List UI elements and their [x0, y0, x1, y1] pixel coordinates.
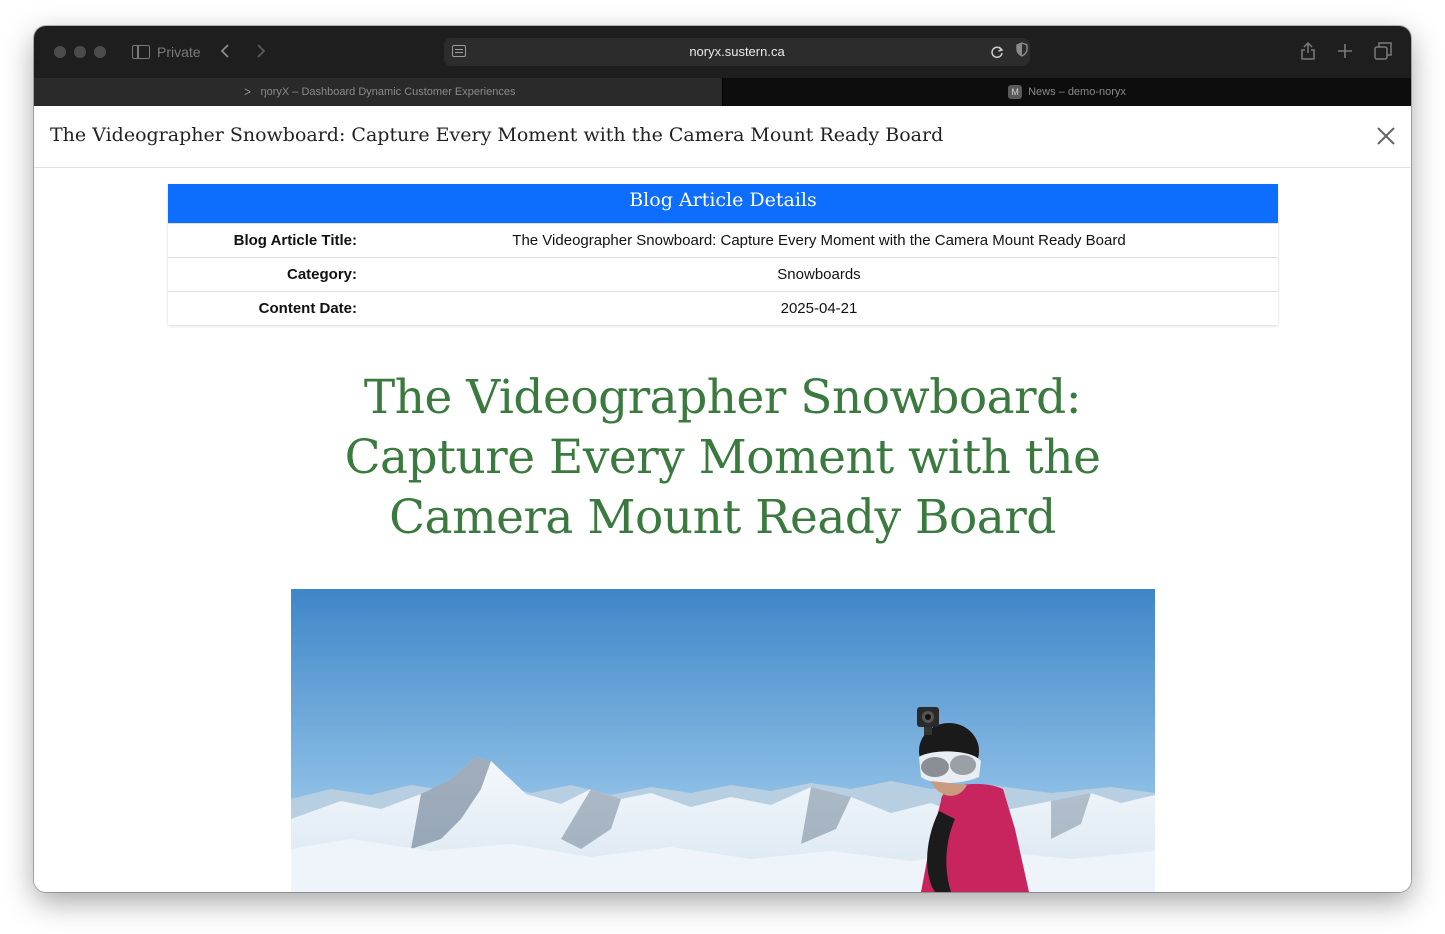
address-bar[interactable]: noryx.sustern.ca: [444, 38, 1030, 66]
tab-label: News – demo-noryx: [1028, 86, 1126, 98]
sidebar-toggle-icon[interactable]: [132, 45, 150, 59]
share-icon[interactable]: [1300, 42, 1316, 60]
article-hero-image: [291, 589, 1155, 892]
reload-icon[interactable]: [990, 45, 1004, 59]
article-heading-line: Camera Mount Ready Board: [389, 490, 1056, 545]
privacy-shield-icon[interactable]: [1016, 42, 1028, 57]
tab-label: ŋoryX – Dashboard Dynamic Customer Exper…: [260, 86, 516, 98]
modal-close-icon[interactable]: [1374, 124, 1398, 148]
new-tab-icon[interactable]: [1338, 44, 1352, 58]
article-heading-line: The Videographer Snowboard:: [363, 370, 1082, 425]
tab-news[interactable]: M News – demo-noryx: [723, 78, 1411, 106]
modal-title: The Videographer Snowboard: Capture Ever…: [50, 124, 944, 146]
details-value: 2025-04-21: [780, 300, 858, 317]
article-details-table: Blog Article Details Blog Article Title:…: [168, 184, 1278, 325]
close-window-button[interactable]: [54, 46, 66, 58]
tab-favicon-icon: ᐳ: [244, 87, 251, 98]
details-table-header: Blog Article Details: [168, 184, 1278, 223]
modal-header: The Videographer Snowboard: Capture Ever…: [34, 106, 1411, 168]
minimize-window-button[interactable]: [74, 46, 86, 58]
zoom-window-button[interactable]: [94, 46, 106, 58]
details-row-category: Category: Snowboards: [168, 257, 1278, 291]
tab-overview-icon[interactable]: [1374, 42, 1392, 60]
url-text: noryx.sustern.ca: [689, 44, 785, 59]
browser-toolbar: Private noryx.sustern.ca: [34, 26, 1411, 78]
details-row-title: Blog Article Title: The Videographer Sno…: [168, 223, 1278, 257]
details-value: The Videographer Snowboard: Capture Ever…: [512, 232, 1126, 249]
private-mode-label: Private: [157, 44, 201, 60]
article-heading: The Videographer Snowboard: Capture Ever…: [224, 368, 1221, 548]
tab-dashboard[interactable]: ᐳ ŋoryX – Dashboard Dynamic Customer Expe…: [34, 78, 723, 106]
browser-window: Private noryx.sustern.ca ᐳ ŋoryX – Dashbo…: [34, 26, 1411, 892]
tab-favicon-icon: M: [1008, 85, 1023, 100]
details-row-date: Content Date: 2025-04-21: [168, 291, 1278, 325]
article-heading-line: Capture Every Moment with the: [344, 430, 1101, 485]
tab-bar: ᐳ ŋoryX – Dashboard Dynamic Customer Expe…: [34, 78, 1411, 106]
details-key: Blog Article Title:: [233, 232, 357, 249]
forward-icon[interactable]: [256, 43, 266, 59]
details-value: Snowboards: [777, 266, 861, 283]
page-content: The Videographer Snowboard: Capture Ever…: [34, 106, 1411, 892]
details-key: Category:: [286, 266, 357, 283]
back-icon[interactable]: [220, 43, 230, 59]
details-key: Content Date:: [258, 300, 357, 317]
